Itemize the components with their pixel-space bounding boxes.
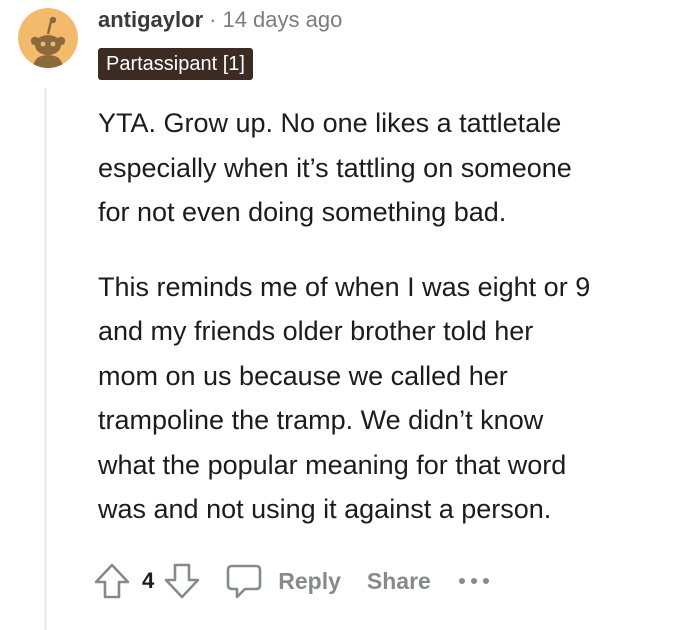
upvote-arrow-icon (94, 563, 130, 599)
downvote-arrow-icon (164, 563, 200, 599)
more-options-button[interactable] (457, 571, 491, 591)
more-options-icon (458, 578, 489, 584)
comment-paragraph: YTA. Grow up. No one likes a tattletale … (98, 108, 572, 227)
timestamp[interactable]: 14 days ago (222, 7, 342, 32)
meta-separator: · (209, 7, 217, 32)
user-flair: Partassipant [1] (98, 48, 253, 80)
comment-paragraph: This reminds me of when I was eight or 9… (98, 271, 591, 525)
reply-button[interactable]: Reply (224, 561, 341, 601)
upvote-button[interactable] (92, 561, 132, 601)
share-button[interactable]: Share (367, 568, 431, 595)
comment-body: YTA. Grow up. No one likes a tattletale … (98, 101, 688, 532)
vote-count: 4 (142, 568, 155, 593)
speech-bubble-icon (226, 564, 262, 599)
reply-label: Reply (278, 567, 341, 594)
snoo-avatar-icon (18, 8, 78, 68)
user-avatar[interactable] (18, 8, 78, 68)
comment-meta: antigaylor · 14 days ago (98, 6, 342, 34)
thread-line[interactable] (44, 88, 47, 630)
comment-actions: 4 Reply Share (92, 557, 491, 605)
downvote-button[interactable] (162, 561, 202, 601)
username-link[interactable]: antigaylor (98, 7, 203, 32)
